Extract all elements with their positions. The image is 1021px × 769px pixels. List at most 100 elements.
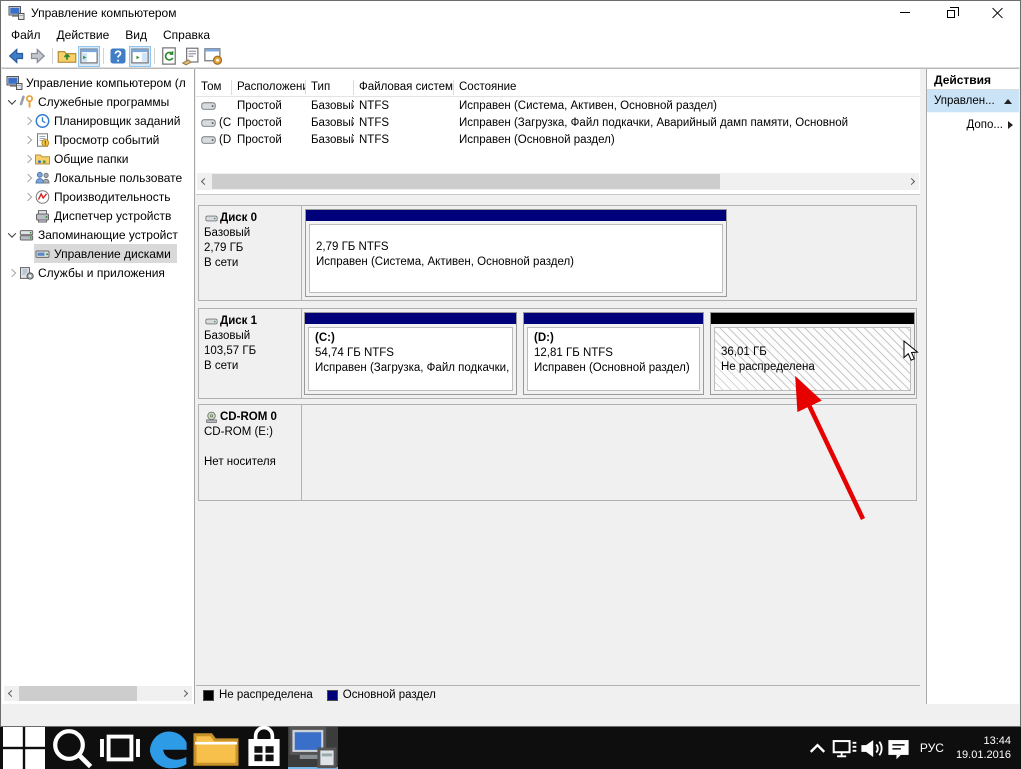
task-view-button[interactable] (96, 727, 144, 769)
file-explorer-button[interactable] (192, 727, 240, 769)
disk0-row: Диск 0 Базовый 2,79 ГБ В сети 2,79 ГБ NT… (198, 205, 917, 301)
tree-item-performance[interactable]: Производительность (2, 187, 194, 206)
search-button[interactable] (48, 727, 96, 769)
tree-item-services[interactable]: Службы и приложения (2, 263, 194, 282)
cdrom-label[interactable]: CD-ROM 0 CD-ROM (E:) Нет носителя (199, 405, 302, 500)
table-row[interactable]: (D:) Простой Базовый NTFS Исправен (Осно… (196, 131, 920, 148)
tree-item-device-manager[interactable]: Диспетчер устройств (2, 206, 194, 225)
tree-item-shared-folders[interactable]: Общие папки (2, 149, 194, 168)
actions-group-disk-management[interactable]: Управлен... (927, 90, 1019, 113)
folder-icon (192, 724, 240, 769)
disk1-label[interactable]: Диск 1 Базовый 103,57 ГБ В сети (199, 309, 302, 398)
back-button[interactable] (5, 46, 27, 67)
computer-management-taskbar-button[interactable] (288, 727, 338, 769)
store-button[interactable] (240, 727, 288, 769)
chevron-down-icon[interactable] (6, 232, 18, 238)
action-pane-toggle-button[interactable] (129, 46, 151, 67)
disk1-track: (C:) 54,74 ГБ NTFS Исправен (Загрузка, Ф… (302, 309, 916, 398)
disk-type: CD-ROM (E:) (204, 425, 298, 440)
menu-file[interactable]: Файл (3, 26, 49, 44)
scroll-right-icon[interactable] (177, 686, 192, 701)
actions-header: Действия (927, 69, 1019, 90)
menu-view[interactable]: Вид (117, 26, 155, 44)
partition-status: Исправен (Основной раздел) (534, 361, 693, 376)
chevron-down-icon[interactable] (6, 99, 18, 105)
scroll-right-icon[interactable] (904, 174, 919, 189)
tree-item-computer-management[interactable]: Управление компьютером (л (2, 73, 194, 92)
close-button[interactable] (974, 1, 1020, 24)
language-indicator[interactable]: РУС (912, 741, 952, 755)
action-pane-icon (130, 46, 150, 66)
console-content: Управление компьютером (л Служебные прог… (2, 68, 1019, 704)
table-row[interactable]: Простой Базовый NTFS Исправен (Система, … (196, 97, 920, 114)
edge-icon (144, 724, 192, 769)
partition-status: Исправен (Загрузка, Файл подкачки, (315, 361, 506, 376)
menu-action[interactable]: Действие (49, 26, 118, 44)
column-header-type[interactable]: Тип (306, 80, 354, 95)
chevron-right-icon[interactable] (22, 137, 34, 143)
restore-button[interactable] (928, 1, 974, 24)
actions-more-item[interactable]: Допо... (927, 113, 1019, 136)
tree-item-system-tools[interactable]: Служебные программы (2, 92, 194, 111)
title-bar[interactable]: Управление компьютером (1, 1, 1020, 24)
tree-item-task-scheduler[interactable]: Планировщик заданий (2, 111, 194, 130)
help-button[interactable] (107, 46, 129, 67)
minimize-button[interactable] (882, 1, 928, 24)
chevron-right-icon[interactable] (22, 156, 34, 162)
partition-letter: (C:) (315, 331, 506, 346)
graphical-view: Диск 0 Базовый 2,79 ГБ В сети 2,79 ГБ NT… (196, 194, 920, 685)
tree-item-disk-management[interactable]: Управление дисками (2, 244, 194, 263)
chevron-right-icon[interactable] (22, 194, 34, 200)
time: 13:44 (956, 734, 1011, 748)
edge-button[interactable] (144, 727, 192, 769)
properties-button[interactable] (180, 46, 202, 67)
volume-icon (201, 134, 216, 146)
disk1-partition-unallocated[interactable]: 36,01 ГБ Не распределена (710, 312, 915, 395)
network-status-button[interactable] (831, 727, 858, 769)
menu-help[interactable]: Справка (155, 26, 218, 44)
disk-management-view: Том Расположение Тип Файловая система Со… (196, 69, 920, 704)
volume-list-horizontal-scrollbar[interactable] (197, 173, 919, 190)
search-icon (48, 724, 96, 769)
column-header-filesystem[interactable]: Файловая система (354, 80, 454, 95)
scrollbar-thumb[interactable] (212, 174, 720, 189)
notifications-button[interactable] (885, 727, 912, 769)
disk1-partition-c[interactable]: (C:) 54,74 ГБ NTFS Исправен (Загрузка, Ф… (304, 312, 517, 395)
taskbar: РУС 13:44 19.01.2016 (0, 727, 1021, 769)
up-level-button[interactable] (56, 46, 78, 67)
scroll-left-icon[interactable] (4, 686, 19, 701)
column-header-layout[interactable]: Расположение (232, 80, 306, 95)
scroll-left-icon[interactable] (197, 174, 212, 189)
disk1-partition-d[interactable]: (D:) 12,81 ГБ NTFS Исправен (Основной ра… (523, 312, 704, 395)
forward-button[interactable] (27, 46, 49, 67)
scrollbar-thumb[interactable] (19, 686, 137, 701)
disk0-partition-system[interactable]: 2,79 ГБ NTFS Исправен (Система, Активен,… (305, 209, 727, 297)
disk-size: 2,79 ГБ (204, 241, 298, 256)
chevron-right-icon[interactable] (22, 175, 34, 181)
column-header-status[interactable]: Состояние (454, 80, 920, 95)
disk0-label[interactable]: Диск 0 Базовый 2,79 ГБ В сети (199, 206, 302, 300)
chevron-right-icon[interactable] (22, 118, 34, 124)
app-icon (8, 5, 25, 21)
column-header-volume[interactable]: Том (196, 80, 232, 95)
window-title: Управление компьютером (31, 6, 176, 20)
chevron-right-icon[interactable] (6, 270, 18, 276)
tree-horizontal-scrollbar[interactable] (4, 686, 192, 701)
actions-more-label: Допо... (966, 119, 1003, 131)
volume-status-button[interactable] (858, 727, 885, 769)
legend: Не распределена Основной раздел (196, 685, 920, 704)
clock[interactable]: 13:44 19.01.2016 (952, 734, 1011, 762)
refresh-button[interactable] (158, 46, 180, 67)
tray-chevron-up-button[interactable] (804, 727, 831, 769)
toolbar-separator (52, 48, 53, 64)
disk-type: Базовый (204, 226, 298, 241)
console-tree-toggle-button[interactable] (78, 46, 100, 67)
tree-item-event-viewer[interactable]: Просмотр событий (2, 130, 194, 149)
tree-item-label: Планировщик заданий (54, 114, 180, 128)
table-row[interactable]: (C:) Простой Базовый NTFS Исправен (Загр… (196, 114, 920, 131)
start-button[interactable] (0, 727, 48, 769)
tree-item-storage[interactable]: Запоминающие устройст (2, 225, 194, 244)
tree-item-local-users[interactable]: Локальные пользовате (2, 168, 194, 187)
manage-button[interactable] (202, 46, 224, 67)
tree-item-label: Службы и приложения (38, 266, 165, 280)
